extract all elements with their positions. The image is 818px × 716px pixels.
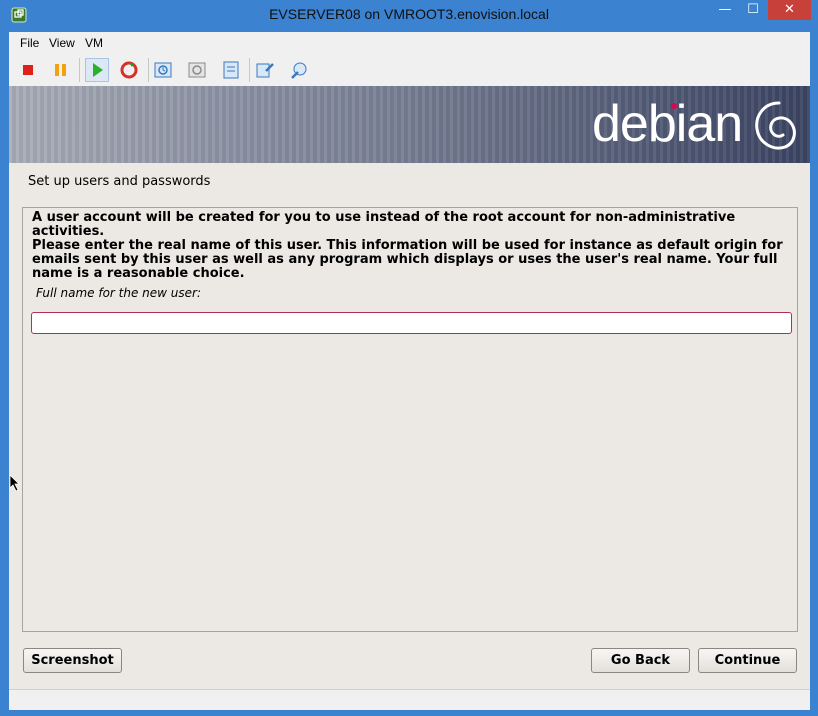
reset-icon[interactable] [118,59,140,81]
toolbar-divider [79,58,80,82]
vm-window: EVSERVER08 on VMROOT3.enovision.local — … [0,0,818,716]
pause-icon[interactable] [50,59,72,81]
close-button[interactable]: ✕ [768,0,811,20]
intro-text: A user account will be created for you t… [32,210,736,239]
debian-swirl-icon [755,101,796,150]
title-bar[interactable]: EVSERVER08 on VMROOT3.enovision.local — … [0,0,818,30]
menu-view[interactable]: View [49,36,75,50]
debian-logo-dot [671,103,677,109]
debian-logo: debian [592,95,743,153]
full-name-label: Full name for the new user: [36,286,202,300]
menu-bar: File View VM [9,32,810,54]
stop-icon[interactable] [17,59,39,81]
tools-icon[interactable] [288,59,310,81]
toolbar-divider [148,58,149,82]
minimize-button[interactable]: — [712,0,738,20]
mouse-pointer-icon [10,475,20,491]
description-text: Please enter the real name of this user.… [32,238,783,281]
window-title: EVSERVER08 on VMROOT3.enovision.local [269,6,549,22]
debian-banner: debian [9,86,810,163]
go-back-button[interactable]: Go Back [591,648,690,673]
full-name-input[interactable] [31,312,792,334]
revert-icon[interactable] [186,59,208,81]
page-title: Set up users and passwords [28,174,211,189]
snapshot-icon[interactable] [152,59,174,81]
status-bar [9,689,810,710]
continue-button[interactable]: Continue [698,648,797,673]
menu-file[interactable]: File [20,36,39,50]
toolbar-divider [249,58,250,82]
vm-console[interactable]: debian Set up users and passwords A user… [9,86,810,689]
start-icon[interactable] [85,58,109,82]
checkpoint-icon[interactable] [220,59,242,81]
toolbar [9,54,810,87]
content-frame: A user account will be created for you t… [22,207,798,632]
screenshot-button[interactable]: Screenshot [23,648,122,673]
settings-icon[interactable] [254,59,276,81]
menu-vm[interactable]: VM [85,36,103,50]
maximize-button[interactable]: ☐ [740,0,766,20]
